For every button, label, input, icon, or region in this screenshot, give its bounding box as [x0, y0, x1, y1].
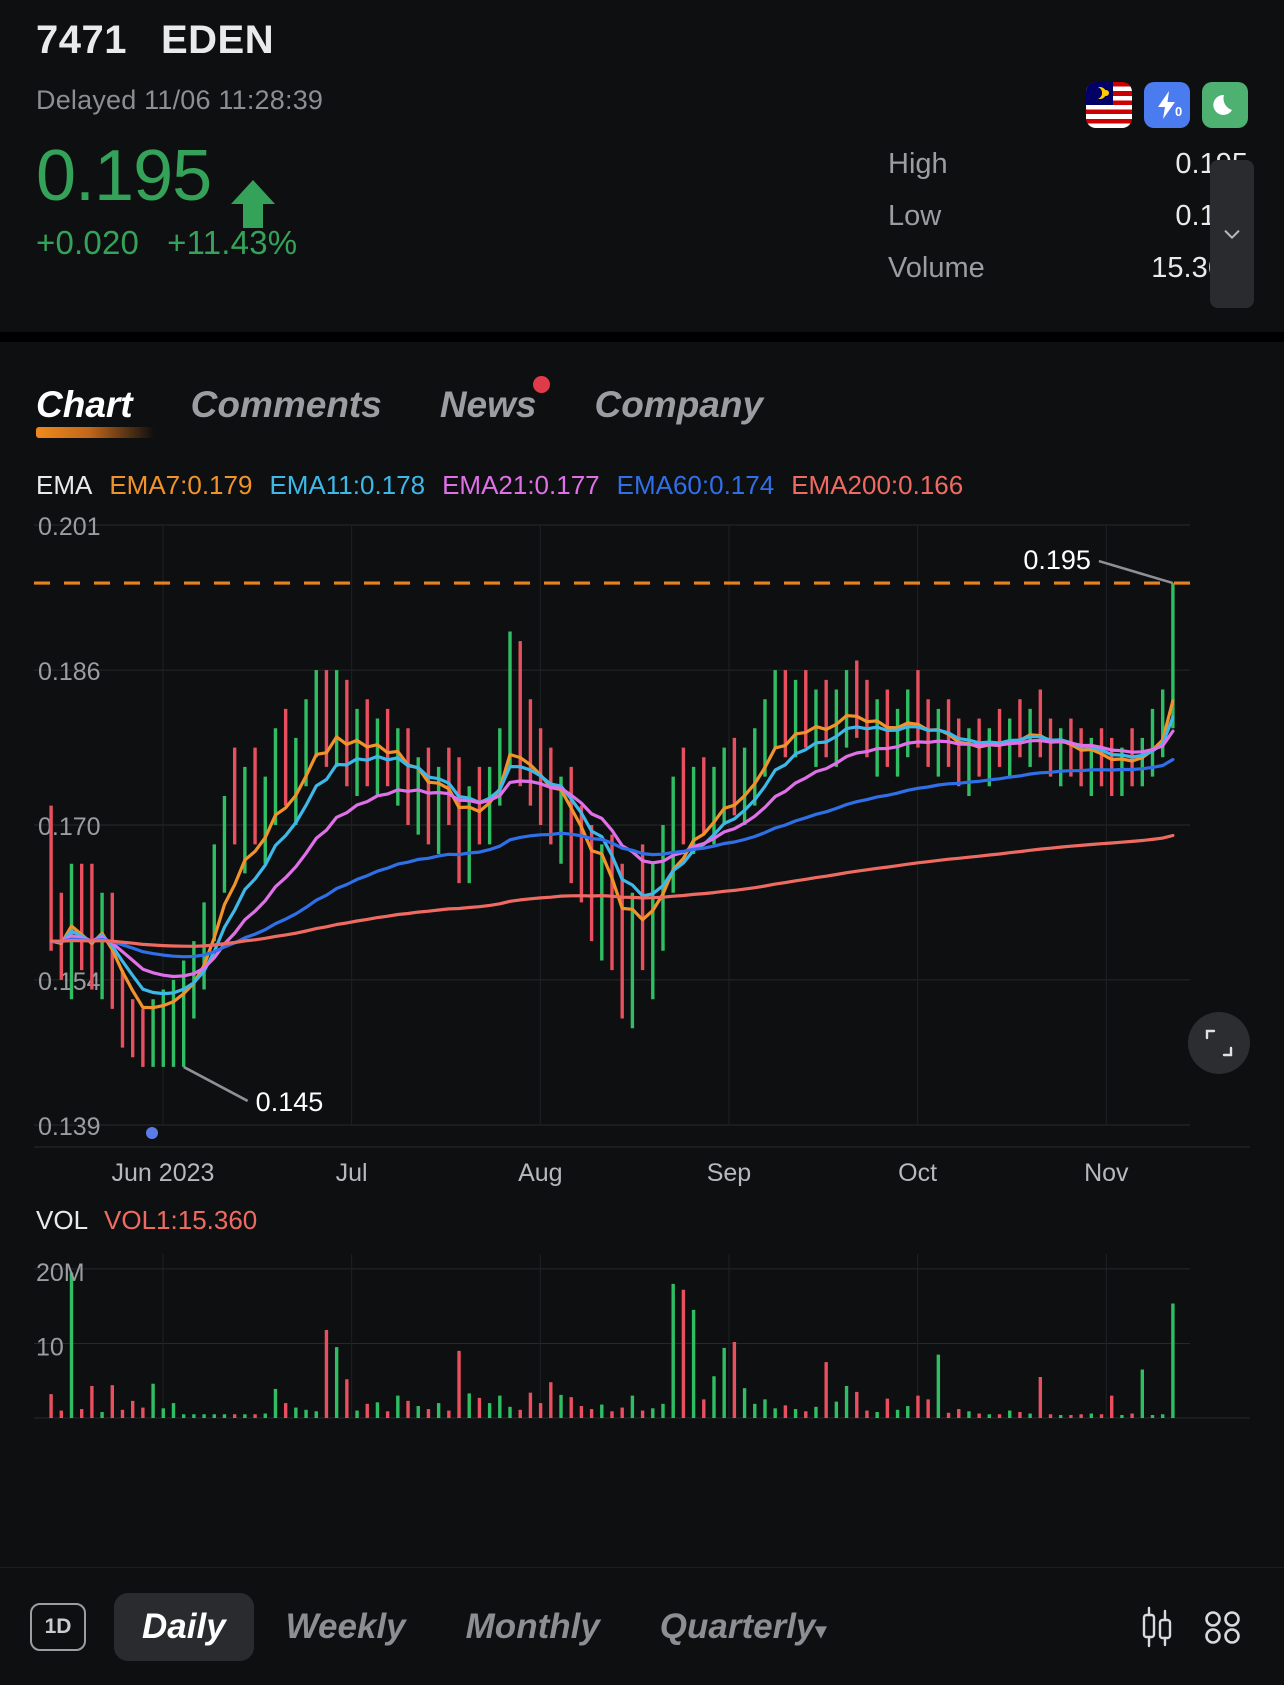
- price-chart-svg[interactable]: 0.2010.1860.1700.1540.1390.1950.145Jun 2…: [0, 507, 1284, 1197]
- svg-text:0.201: 0.201: [38, 513, 101, 541]
- stat-row: Volume 15.36M: [888, 252, 1248, 304]
- timeframe-label: Monthly: [465, 1606, 600, 1646]
- fullscreen-button[interactable]: [1188, 1012, 1250, 1074]
- volume-chart-svg[interactable]: 20M 10: [0, 1240, 1284, 1440]
- quote-header: 7471 EDEN Delayed 11/06 11:28:39 0.195 +…: [0, 0, 1284, 342]
- tab-label: Comments: [190, 384, 382, 425]
- svg-text:Nov: Nov: [1084, 1159, 1129, 1187]
- quote-stats: High 0.195 Low 0.180 Volume 15.36M: [888, 148, 1254, 308]
- stat-label: High: [888, 148, 948, 180]
- ema-legend-item: EMA200:0.166: [791, 470, 964, 500]
- svg-text:Oct: Oct: [898, 1159, 937, 1187]
- bolt-badge-icon[interactable]: 0: [1144, 82, 1190, 128]
- ema-legend-title: EMA: [36, 470, 93, 500]
- volume-chart[interactable]: 20M 10: [0, 1240, 1284, 1440]
- night-mode-icon[interactable]: [1202, 82, 1248, 128]
- stat-row: Low 0.180: [888, 200, 1248, 252]
- svg-text:10: 10: [36, 1333, 64, 1361]
- volume-legend[interactable]: VOL VOL1:15.360: [0, 1197, 1284, 1240]
- svg-text:0.145: 0.145: [256, 1087, 324, 1117]
- tab-comments[interactable]: Comments: [191, 384, 382, 440]
- interval-badge-label: 1D: [44, 1614, 72, 1638]
- last-price: 0.195: [36, 136, 212, 216]
- timeframe-quarterly[interactable]: Quarterly▾: [632, 1593, 855, 1661]
- header-divider: [0, 332, 1284, 342]
- svg-text:Jul: Jul: [336, 1159, 368, 1187]
- stat-row: High 0.195: [888, 148, 1248, 200]
- price-change-abs: +0.020: [36, 224, 140, 262]
- indicators-grid-icon[interactable]: [1192, 1596, 1254, 1658]
- timeframe-daily[interactable]: Daily: [114, 1592, 254, 1661]
- volume-legend-title: VOL: [36, 1205, 89, 1235]
- svg-text:0.139: 0.139: [38, 1113, 101, 1141]
- timeframe-label: Daily: [142, 1606, 226, 1646]
- tab-label: Chart: [36, 384, 133, 425]
- svg-text:Aug: Aug: [518, 1159, 562, 1187]
- news-unread-dot: [533, 376, 551, 393]
- ema-legend-item: EMA11:0.178: [269, 470, 426, 500]
- stat-label: Volume: [888, 252, 985, 284]
- price-chart[interactable]: 0.201 0.186 0.170 0.154 0.139 0.195 0.145 Jun 2…: [0, 507, 1284, 1197]
- header-badges: 0: [1086, 82, 1248, 128]
- timeframe-label: Weekly: [285, 1606, 406, 1646]
- candlestick-type-icon[interactable]: [1126, 1596, 1188, 1658]
- ema-legend[interactable]: EMA EMA7:0.179 EMA11:0.178 EMA21:0.177 E…: [0, 440, 1284, 507]
- timeframe-monthly[interactable]: Monthly: [438, 1593, 628, 1661]
- stat-label: Low: [888, 200, 942, 232]
- malaysia-flag-icon: [1086, 82, 1132, 128]
- ema-legend-item: EMA21:0.177: [442, 470, 600, 500]
- svg-text:Sep: Sep: [707, 1159, 751, 1187]
- tab-chart[interactable]: Chart: [36, 384, 154, 440]
- fullscreen-icon: [1205, 1029, 1233, 1057]
- svg-text:0.195: 0.195: [1023, 545, 1091, 575]
- ema-legend-item: EMA60:0.174: [616, 470, 775, 500]
- ema-legend-item: EMA7:0.179: [109, 470, 253, 500]
- volume-legend-item: VOL1:15.360: [104, 1205, 258, 1235]
- svg-text:0.170: 0.170: [38, 813, 101, 841]
- timeframe-bar: 1D Daily Weekly Monthly Quarterly▾: [0, 1567, 1284, 1685]
- tab-label: Company: [594, 384, 764, 425]
- tab-news[interactable]: News: [439, 376, 551, 440]
- expand-stats-button[interactable]: [1210, 160, 1254, 308]
- svg-text:0.186: 0.186: [38, 658, 101, 686]
- quote-status: Delayed 11/06 11:28:39: [36, 85, 324, 115]
- chevron-down-icon: [1224, 230, 1240, 239]
- svg-text:Jun 2023: Jun 2023: [112, 1159, 215, 1187]
- timeframe-label: Quarterly: [659, 1606, 816, 1646]
- svg-text:20M: 20M: [36, 1259, 85, 1287]
- tab-company[interactable]: Company: [594, 384, 763, 440]
- symbol-row: 7471 EDEN: [36, 18, 1248, 63]
- timeframe-weekly[interactable]: Weekly: [258, 1593, 434, 1661]
- tab-label: News: [439, 384, 537, 425]
- symbol-name: EDEN: [160, 18, 275, 62]
- interval-badge-1d[interactable]: 1D: [30, 1602, 86, 1651]
- chevron-down-icon: ▾: [815, 1617, 827, 1643]
- symbol-code: 7471: [36, 18, 127, 62]
- svg-text:0: 0: [1175, 104, 1182, 119]
- section-tabs: Chart Comments News Company: [0, 332, 1284, 440]
